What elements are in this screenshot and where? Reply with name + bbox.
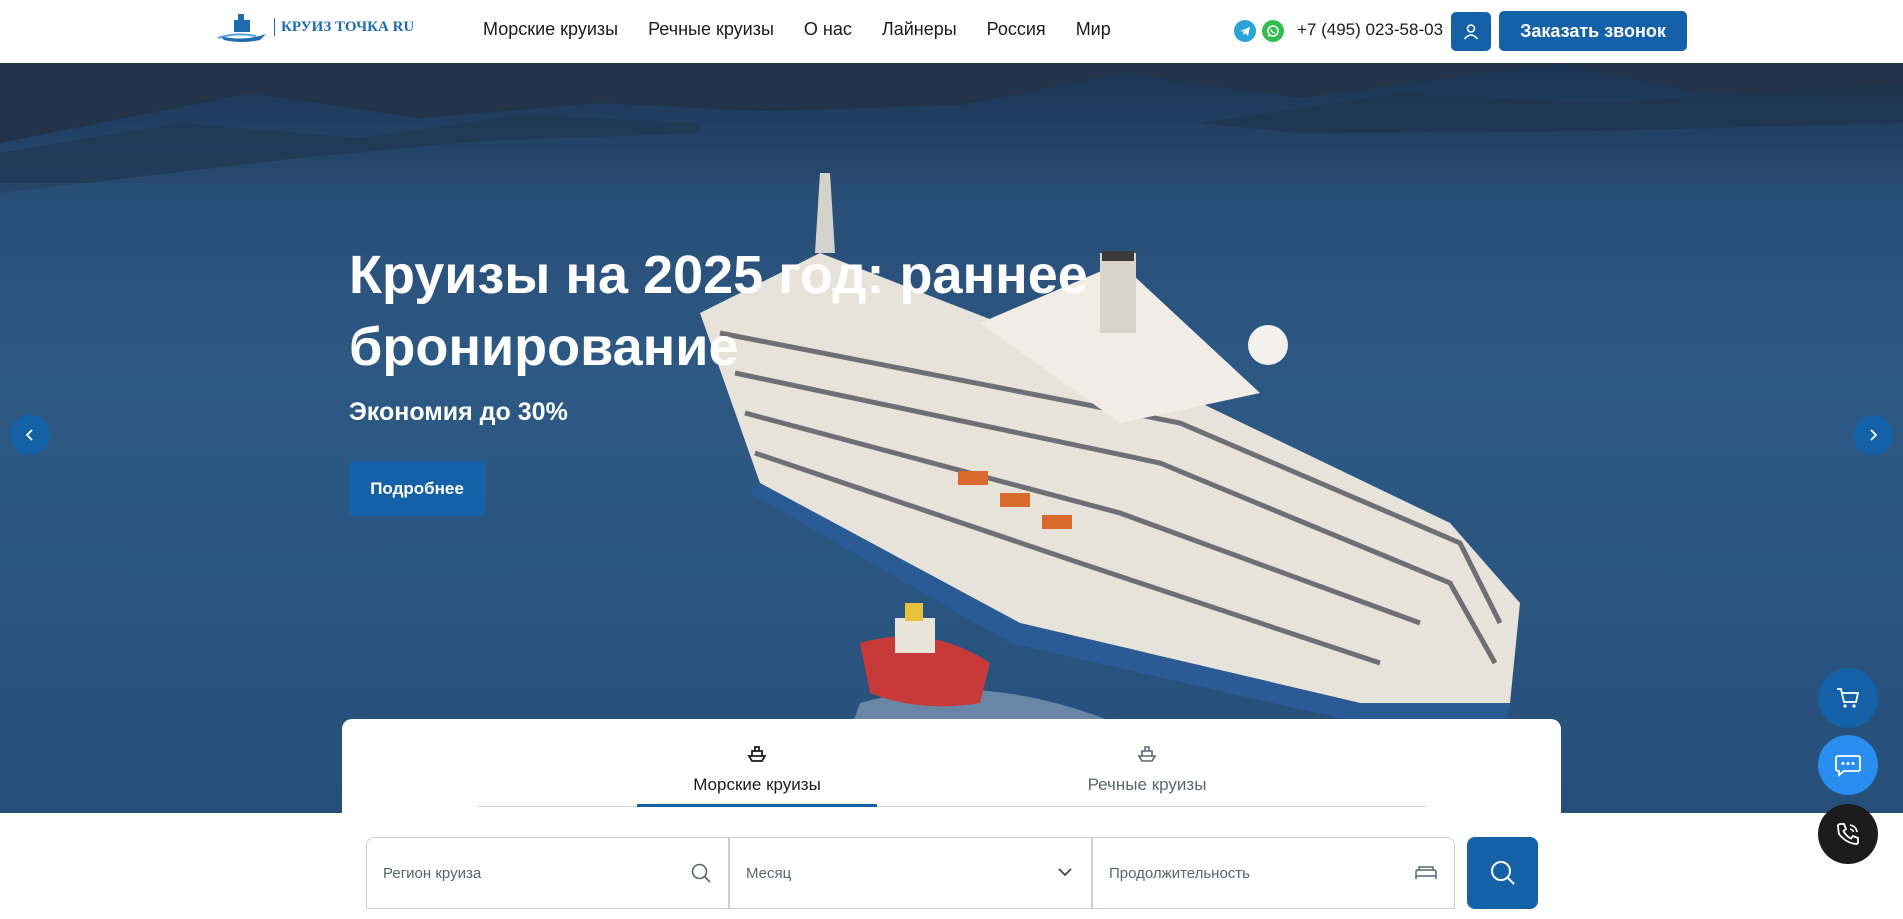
bed-icon: [1415, 866, 1437, 879]
cart-button[interactable]: [1818, 668, 1878, 728]
phone-call-button[interactable]: [1818, 804, 1878, 864]
tab-river-label: Речные круизы: [1087, 775, 1207, 794]
site-header: КРУИЗ ТОЧКА RU Морские круизы Речные кру…: [0, 0, 1903, 63]
chevron-left-icon: [25, 429, 33, 441]
phone-icon: [1837, 823, 1859, 845]
search-button[interactable]: [1467, 837, 1538, 909]
tabs-divider: [477, 806, 1427, 807]
region-placeholder: Регион круиза: [383, 864, 482, 882]
hero-subtitle: Экономия до 30%: [349, 398, 568, 426]
chevron-right-icon: [1870, 429, 1878, 441]
hero-slider: Круизы на 2025 год: раннее бронирование …: [0, 63, 1903, 813]
main-nav: Морские круизы Речные круизы О нас Лайне…: [483, 19, 1141, 40]
nav-river-cruises[interactable]: Речные круизы: [648, 19, 774, 40]
slider-next-button[interactable]: [1853, 415, 1893, 455]
chevron-down-icon: [1058, 868, 1072, 877]
search-icon: [691, 863, 711, 883]
site-logo[interactable]: КРУИЗ ТОЧКА RU: [216, 10, 414, 44]
month-select[interactable]: Месяц: [729, 837, 1092, 909]
nav-liners[interactable]: Лайнеры: [882, 19, 957, 40]
cruise-search-panel: Морские круизы Речные круизы Регион круи…: [342, 719, 1561, 919]
chat-button[interactable]: [1818, 735, 1878, 795]
telegram-icon[interactable]: [1234, 20, 1256, 42]
slider-prev-button[interactable]: [10, 415, 50, 455]
region-field[interactable]: Регион круиза: [366, 837, 729, 909]
ship-icon: [747, 746, 767, 762]
hero-cruise-ship-image: [0, 63, 1903, 813]
hero-details-button[interactable]: Подробнее: [349, 461, 485, 516]
header-phone[interactable]: +7 (495) 023-58-03: [1297, 20, 1443, 40]
month-placeholder: Месяц: [746, 864, 792, 882]
tab-sea-cruises[interactable]: Морские круизы: [637, 743, 877, 795]
search-icon: [1490, 861, 1515, 885]
tab-river-cruises[interactable]: Речные круизы: [1027, 743, 1267, 795]
logo-ship-icon: [217, 14, 266, 42]
active-tab-indicator: [637, 804, 877, 807]
cart-icon: [1837, 688, 1860, 708]
nav-about[interactable]: О нас: [804, 19, 852, 40]
nav-sea-cruises[interactable]: Морские круизы: [483, 19, 618, 40]
tab-sea-label: Морские круизы: [693, 775, 821, 794]
nav-world[interactable]: Мир: [1076, 19, 1111, 40]
logo-text: КРУИЗ ТОЧКА RU: [274, 18, 414, 36]
user-account-button[interactable]: [1451, 12, 1491, 51]
nav-russia[interactable]: Россия: [987, 19, 1046, 40]
chat-icon: [1835, 755, 1861, 777]
hero-title: Круизы на 2025 год: раннее бронирование: [349, 245, 1088, 377]
user-icon: [1463, 23, 1479, 40]
ship-icon: [1137, 746, 1157, 762]
duration-placeholder: Продолжительность: [1109, 864, 1250, 882]
callback-button[interactable]: Заказать звонок: [1499, 11, 1687, 51]
whatsapp-icon[interactable]: [1262, 20, 1284, 42]
duration-field[interactable]: Продолжительность: [1092, 837, 1455, 909]
